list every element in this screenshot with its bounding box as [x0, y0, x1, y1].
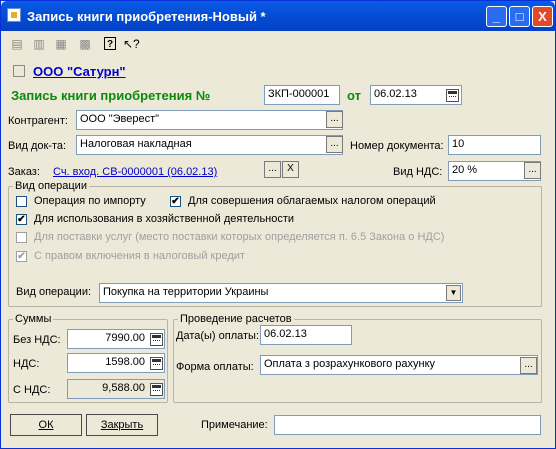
calculator-icon[interactable]: [150, 357, 163, 370]
window-icon: [7, 8, 21, 22]
title-bar[interactable]: Запись книги приобретения-Новый * _ □ X: [1, 1, 555, 31]
dialog-window: Запись книги приобретения-Новый * _ □ X …: [0, 0, 556, 449]
docnum-label: Номер документа:: [350, 140, 444, 152]
doctype-label: Вид док-та:: [8, 140, 67, 152]
window-title: Запись книги приобретения-Новый *: [27, 9, 266, 24]
vat-label: НДС:: [13, 358, 40, 370]
without-vat-label: Без НДС:: [13, 334, 61, 346]
table-icon[interactable]: ▩: [77, 36, 93, 52]
help-icon[interactable]: ?: [104, 37, 116, 50]
services-label: Для поставки услуг (место поставки котор…: [34, 231, 445, 243]
contractor-field[interactable]: ООО "Эверест": [76, 110, 343, 130]
contractor-select-button[interactable]: ...: [326, 111, 343, 128]
payment-form-field[interactable]: Оплата з розрахункового рахунку: [260, 355, 538, 375]
record-number-field[interactable]: ЗКП-000001: [264, 85, 340, 105]
taxable-label: Для совершения облагаемых налогом операц…: [188, 195, 436, 207]
business-label: Для использования в хозяйственной деятел…: [34, 213, 295, 225]
payment-date-field[interactable]: 06.02.13: [260, 325, 352, 345]
sums-group-label: Суммы: [13, 313, 54, 325]
calculator-icon[interactable]: [150, 383, 163, 396]
maximize-button[interactable]: □: [509, 6, 530, 27]
payment-group-label: Проведение расчетов: [178, 313, 294, 325]
ok-button[interactable]: ОК: [10, 414, 82, 436]
note-label: Примечание:: [201, 419, 268, 431]
close-dialog-button[interactable]: Закрыть: [86, 414, 158, 436]
ok-button-label: ОК: [38, 419, 54, 431]
payment-form-select-button[interactable]: ...: [520, 357, 537, 374]
from-label: от: [347, 88, 361, 103]
close-button-label: Закрыть: [100, 419, 144, 431]
toolbar: ▤ ▥ ▦ ▩ ? ↖?: [5, 33, 551, 55]
credit-checkbox: ✔: [16, 251, 27, 262]
optype-combo[interactable]: Покупка на территории Украины: [99, 283, 463, 303]
doctype-field[interactable]: Налоговая накладная: [76, 135, 343, 155]
note-field[interactable]: [274, 415, 541, 435]
chevron-down-icon[interactable]: ▼: [446, 285, 461, 301]
contractor-label: Контрагент:: [8, 115, 68, 127]
operation-group-label: Вид операции: [13, 180, 89, 192]
organization-link[interactable]: ООО "Сатурн": [33, 64, 126, 79]
credit-label: С правом включения в налоговый кредит: [34, 250, 245, 262]
with-vat-label: С НДС:: [13, 384, 51, 396]
close-button[interactable]: X: [532, 6, 553, 27]
optype-label: Вид операции:: [16, 286, 92, 298]
grid-icon[interactable]: ▦: [53, 36, 69, 52]
order-clear-button[interactable]: X: [282, 161, 299, 178]
order-select-button[interactable]: ...: [264, 161, 281, 178]
calculator-icon[interactable]: [150, 333, 163, 346]
org-selector-box[interactable]: [13, 65, 25, 77]
record-title-label: Запись книги приобретения №: [11, 88, 211, 103]
docnum-field[interactable]: 10: [448, 135, 541, 155]
doc-dk-icon[interactable]: ▥: [31, 36, 47, 52]
whats-this-icon[interactable]: ↖?: [123, 36, 140, 52]
doc-icon[interactable]: ▤: [9, 36, 25, 52]
business-checkbox[interactable]: ✔: [16, 214, 27, 225]
order-label: Заказ:: [8, 166, 40, 178]
taxable-checkbox[interactable]: ✔: [170, 196, 181, 207]
vat-type-label: Вид НДС:: [393, 166, 443, 178]
services-checkbox: [16, 232, 27, 243]
payment-form-label: Форма оплаты:: [176, 361, 254, 373]
payment-date-label: Дата(ы) оплаты:: [176, 330, 260, 342]
order-link[interactable]: Сч. вход. СВ-0000001 (06.02.13): [53, 166, 217, 178]
minimize-button[interactable]: _: [486, 6, 507, 27]
import-label: Операция по импорту: [34, 195, 146, 207]
calendar-icon[interactable]: [446, 89, 459, 102]
import-checkbox[interactable]: [16, 196, 27, 207]
vat-type-select-button[interactable]: ...: [524, 162, 541, 179]
doctype-select-button[interactable]: ...: [326, 136, 343, 153]
